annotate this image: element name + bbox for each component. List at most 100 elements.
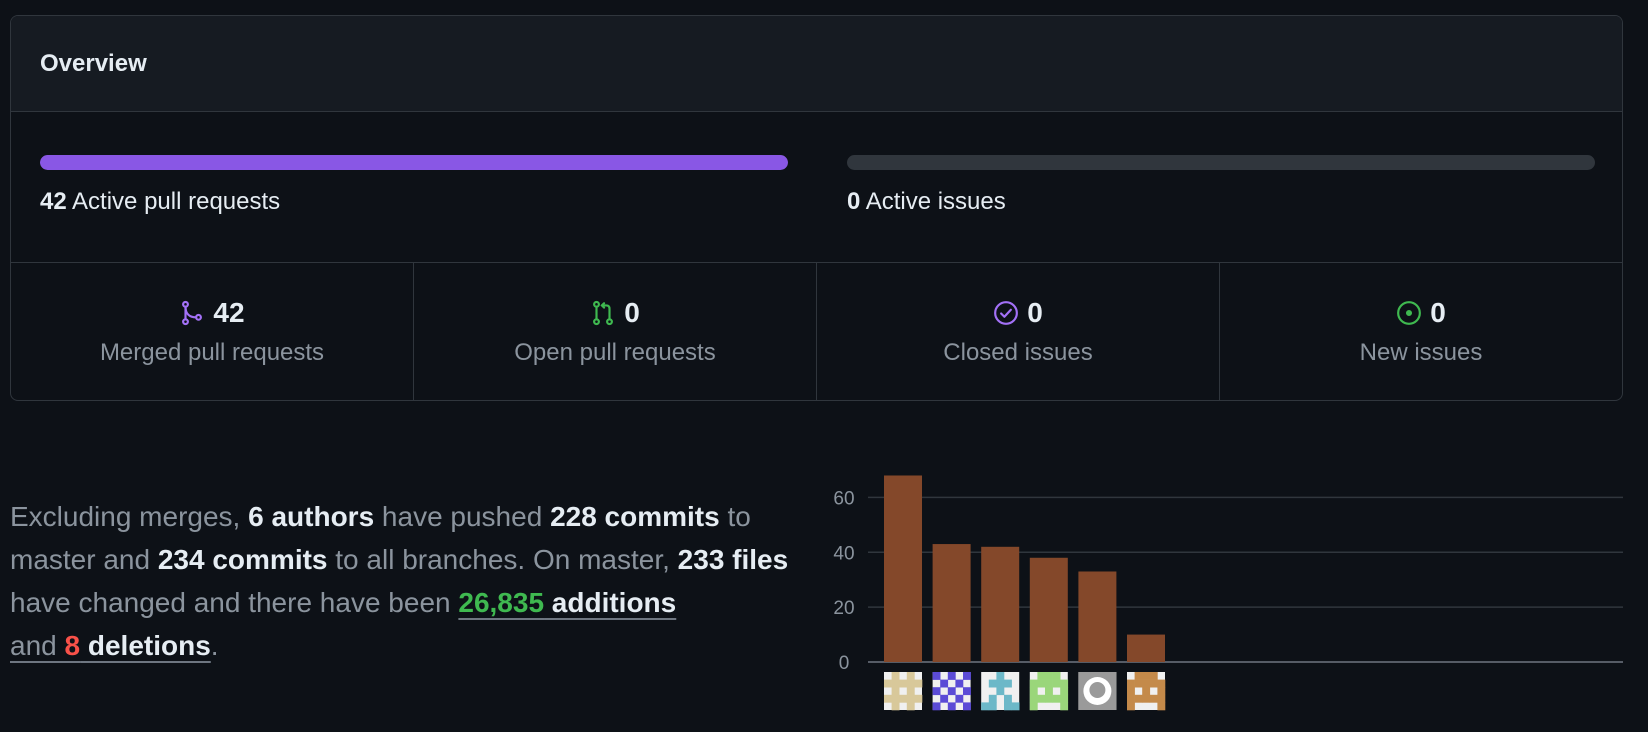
avatar-pixel [914,694,923,703]
avatar-pixel [1029,694,1038,703]
active-pr-count: 42 [40,188,67,215]
avatar-author-1[interactable] [884,672,922,710]
avatar-pixel [906,687,915,696]
avatar-pixel [906,672,915,680]
avatar-pixel [1134,694,1143,703]
avatar-pixel [891,672,900,680]
files-changed: 233 files [677,544,789,575]
avatar-pixel [1060,702,1069,711]
master-commits: 228 commits [550,501,720,532]
avatar-pixel [947,687,956,696]
avatar-pixel [891,679,900,688]
avatar-pixel [1045,679,1053,688]
git-pull-request-icon [593,300,614,325]
avatar-pixel [981,702,990,711]
all-branch-commits: 234 commits [157,544,328,575]
avatar-pixel [963,687,971,696]
additions-word: additions [544,587,677,618]
avatar-pixel [955,679,964,688]
avatar-pixel [947,672,956,680]
avatar-pixel [996,687,1005,696]
stat-closed-issues[interactable]: 0 Closed issues [817,263,1220,400]
avatar-pixel [1127,694,1135,703]
stats-row: 42 Merged pull requests 0 Open pull requ… [11,263,1622,400]
avatar-pixel [1029,702,1038,711]
avatar-pixel [1052,672,1061,680]
avatar-pixel [1011,702,1020,711]
avatar-pixel [1037,672,1046,680]
avatar-pixel [932,702,941,711]
avatar-pixel [1149,679,1158,688]
avatar-pixel [1127,702,1135,711]
avatar-pixel [955,694,964,703]
avatar-pixel [940,679,949,688]
open-pr-label: Open pull requests [514,338,716,366]
summary-text: and [10,630,65,661]
bar-author-3[interactable] [981,546,1020,662]
issues-label[interactable]: 0 Active issues [847,188,1595,216]
deletions-link[interactable]: and 8 deletions [10,630,211,661]
avatar-pixel [1157,694,1166,703]
avatar-pixel [947,702,956,711]
avatar-pixel [1045,672,1053,680]
avatar-pixel [1060,687,1069,696]
avatar-pixel [963,672,971,680]
avatar-pixel [1142,679,1151,688]
git-merge-icon [182,300,203,325]
bar-author-1[interactable] [884,475,922,662]
issue-opened-icon [1397,300,1422,325]
avatar-pixel [996,672,1005,680]
overview-title: Overview [40,49,147,77]
new-issues-label: New issues [1359,338,1483,366]
avatar-pixel [914,679,923,688]
pull-requests-label[interactable]: 42 Active pull requests [40,188,788,216]
avatar-pixel [891,694,900,703]
avatar-pixel [1157,702,1166,711]
authors-count: 6 authors [248,501,375,532]
stat-merged-pull-requests[interactable]: 42 Merged pull requests [11,263,414,400]
summary-text: have pushed [374,501,551,532]
avatar-pixel [1149,694,1158,703]
avatar-pixel [1045,687,1053,696]
avatar-pixel [1004,679,1012,688]
overview-header: Overview [11,16,1622,112]
overview-panel: Overview 42 Active pull requests 0 Activ… [10,15,1623,401]
avatar-pixel [906,679,915,688]
avatar-pixel [1142,694,1151,703]
deletions-word: deletions [80,630,211,661]
avatar-pixel [1045,694,1053,703]
closed-issues-label: Closed issues [943,338,1093,366]
active-pr-text: Active pull requests [72,188,281,215]
avatar-pixel [1127,687,1135,696]
avatar-pixel [906,694,915,703]
avatar-pixel [1142,672,1151,680]
stat-new-issues[interactable]: 0 New issues [1220,263,1622,400]
avatar-pixel [899,694,908,703]
summary-text: have changed and there have been [10,587,459,618]
pull-requests-bar[interactable]: 42 Active pull requests [40,155,788,216]
avatar-pixel [1004,702,1012,711]
deletions-count: 8 [64,630,81,661]
avatar-pixel [963,702,971,711]
pull-requests-track [40,155,788,170]
active-issues-count: 0 [847,188,861,215]
bar-author-4[interactable] [1029,557,1068,662]
summary-text: Excluding merges, [10,501,249,532]
avatar-pixel [1004,694,1012,703]
avatar-pixel [1060,694,1069,703]
bar-author-6[interactable] [1127,634,1165,662]
avatar-pixel [1052,694,1061,703]
bar-author-5[interactable] [1078,571,1117,662]
y-tick-label: 40 [833,543,854,564]
issues-bar[interactable]: 0 Active issues [847,155,1595,216]
new-issues-count: 0 [1430,296,1446,328]
y-tick-label: 0 [839,653,850,674]
issues-track [847,155,1595,170]
pull-requests-fill [40,155,788,170]
avatar-pixel [884,679,892,688]
avatar-pixel [884,694,892,703]
additions-link[interactable]: 26,835 additions [458,587,676,618]
closed-issues-count: 0 [1027,296,1043,328]
bar-author-2[interactable] [932,544,971,662]
stat-open-pull-requests[interactable]: 0 Open pull requests [414,263,817,400]
